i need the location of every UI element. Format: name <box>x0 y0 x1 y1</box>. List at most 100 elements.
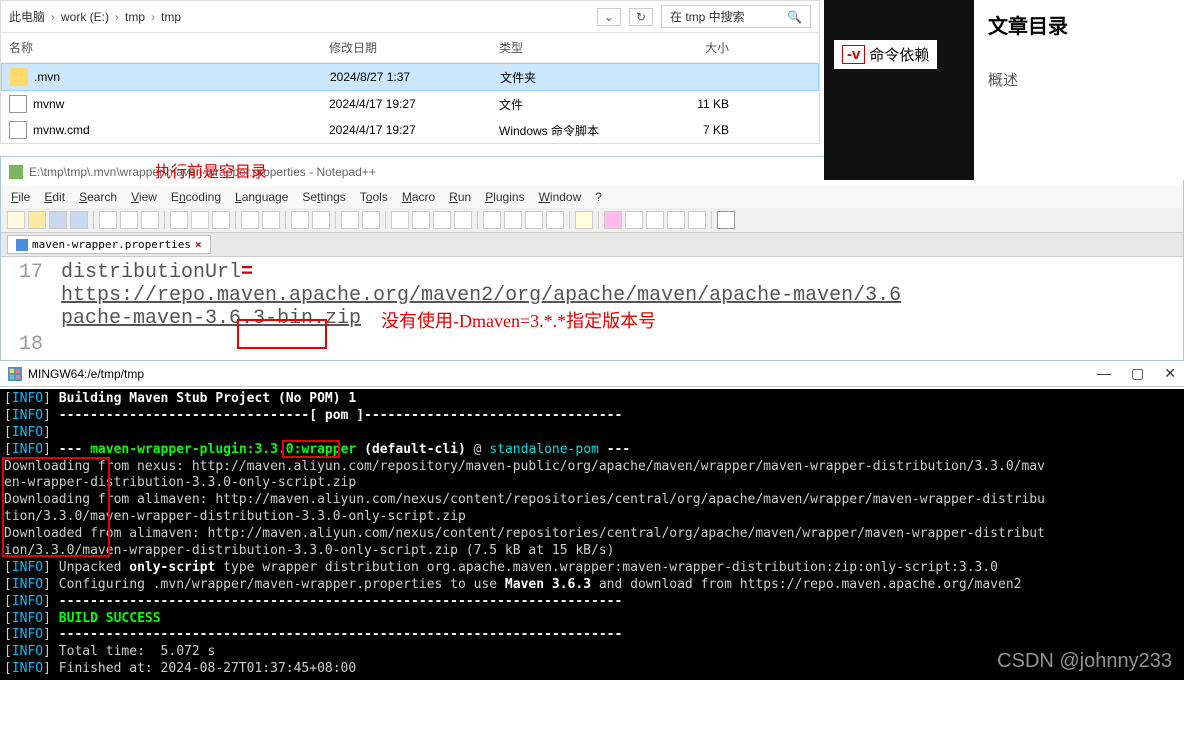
table-row[interactable]: .mvn 2024/8/27 1:37 文件夹 <box>1 63 819 91</box>
monitor-icon[interactable] <box>575 211 593 229</box>
col-size[interactable]: 大小 <box>649 39 729 56</box>
sync-scroll-icon[interactable] <box>391 211 409 229</box>
line-number: 17 <box>11 261 61 284</box>
close-button[interactable]: ✕ <box>1164 365 1176 382</box>
menu-edit[interactable]: Edit <box>44 190 65 204</box>
annotation-box <box>2 457 110 557</box>
maximize-button[interactable]: ▢ <box>1131 365 1144 382</box>
tab-item[interactable]: maven-wrapper.properties × <box>7 235 211 254</box>
file-date: 2024/4/17 19:27 <box>329 97 499 111</box>
folder-icon <box>10 68 28 86</box>
code-editor[interactable]: 17 distributionUrl= https://repo.maven.a… <box>1 257 1183 360</box>
menu-macro[interactable]: Macro <box>402 190 435 204</box>
annotation-text: 执行前是空目录 <box>155 158 267 182</box>
article-sidebar: -v 命令依赖 文章目录 概述 <box>824 0 1184 180</box>
line-number: 18 <box>11 333 61 356</box>
tab-bar[interactable]: maven-wrapper.properties × <box>1 233 1183 257</box>
col-date[interactable]: 修改日期 <box>329 39 499 56</box>
spell-check-icon[interactable] <box>717 211 735 229</box>
close-icon[interactable] <box>120 211 138 229</box>
menu-tools[interactable]: Tools <box>360 190 388 204</box>
bc-item[interactable]: work (E:) <box>61 10 109 24</box>
menu-encoding[interactable]: Encoding <box>171 190 221 204</box>
toc-title: 文章目录 <box>988 10 1170 39</box>
folder-view-icon[interactable] <box>546 211 564 229</box>
bc-item[interactable]: tmp <box>125 10 145 24</box>
annotation-box <box>237 319 327 349</box>
table-row[interactable]: mvnw 2024/4/17 19:27 文件 11 KB <box>1 91 819 117</box>
menu-window[interactable]: Window <box>539 190 582 204</box>
doc-list-icon[interactable] <box>504 211 522 229</box>
find-icon[interactable] <box>291 211 309 229</box>
undo-icon[interactable] <box>241 211 259 229</box>
breadcrumb[interactable]: 此电脑› work (E:)› tmp› tmp ⌄ ↻ 在 tmp 中搜索 🔍 <box>1 1 819 33</box>
new-file-icon[interactable] <box>7 211 25 229</box>
open-file-icon[interactable] <box>28 211 46 229</box>
file-name: mvnw <box>33 97 64 111</box>
save-icon[interactable] <box>49 211 67 229</box>
toc-item[interactable]: 概述 <box>988 69 1170 90</box>
menu-run[interactable]: Run <box>449 190 471 204</box>
bc-item[interactable]: 此电脑 <box>9 8 45 25</box>
replace-icon[interactable] <box>312 211 330 229</box>
minimize-button[interactable]: — <box>1097 365 1111 382</box>
terminal-output[interactable]: [INFO] Building Maven Stub Project (No P… <box>0 389 1184 680</box>
menu-settings[interactable]: Settings <box>302 190 345 204</box>
menu-help[interactable]: ? <box>595 190 602 204</box>
col-type[interactable]: 类型 <box>499 39 649 56</box>
copy-icon[interactable] <box>191 211 209 229</box>
annotation-text: 没有使用-Dmaven=3.*.*指定版本号 <box>381 307 656 333</box>
save-macro-icon[interactable] <box>688 211 706 229</box>
cut-icon[interactable] <box>170 211 188 229</box>
function-list-icon[interactable] <box>525 211 543 229</box>
file-name: .mvn <box>34 70 60 84</box>
play-macro-icon[interactable] <box>646 211 664 229</box>
menu-plugins[interactable]: Plugins <box>485 190 524 204</box>
code-key: distributionUrl <box>61 261 241 284</box>
close-all-icon[interactable] <box>141 211 159 229</box>
terminal-titlebar[interactable]: MINGW64:/e/tmp/tmp — ▢ ✕ <box>0 361 1184 387</box>
file-list-header: 名称 修改日期 类型 大小 <box>1 33 819 63</box>
file-type: Windows 命令脚本 <box>499 122 649 139</box>
search-placeholder: 在 tmp 中搜索 <box>670 8 745 25</box>
col-name[interactable]: 名称 <box>9 39 329 56</box>
paste-icon[interactable] <box>212 211 230 229</box>
record-macro-icon[interactable] <box>604 211 622 229</box>
file-size: 11 KB <box>649 97 729 111</box>
notepad-plus-plus-window: E:\tmp\tmp\.mvn\wrapper\maven-wrapper.pr… <box>0 156 1184 361</box>
menu-file[interactable]: File <box>11 190 30 204</box>
chevron-down-icon[interactable]: ⌄ <box>597 8 621 26</box>
menu-view[interactable]: View <box>131 190 157 204</box>
indent-guide-icon[interactable] <box>454 211 472 229</box>
menu-search[interactable]: Search <box>79 190 117 204</box>
table-row[interactable]: mvnw.cmd 2024/4/17 19:27 Windows 命令脚本 7 … <box>1 117 819 143</box>
toolbar[interactable] <box>1 208 1183 233</box>
sidebar-dark-panel: -v 命令依赖 <box>824 0 974 180</box>
word-wrap-icon[interactable] <box>412 211 430 229</box>
refresh-icon[interactable]: ↻ <box>629 8 653 26</box>
show-all-chars-icon[interactable] <box>433 211 451 229</box>
total-time: Total time: 5.072 s <box>59 644 216 659</box>
doc-map-icon[interactable] <box>483 211 501 229</box>
bc-item[interactable]: tmp <box>161 10 181 24</box>
menu-language[interactable]: Language <box>235 190 288 204</box>
menu-bar[interactable]: File Edit Search View Encoding Language … <box>1 186 1183 208</box>
print-icon[interactable] <box>99 211 117 229</box>
file-date: 2024/8/27 1:37 <box>330 70 500 84</box>
stop-macro-icon[interactable] <box>625 211 643 229</box>
zoom-in-icon[interactable] <box>341 211 359 229</box>
search-input[interactable]: 在 tmp 中搜索 🔍 <box>661 5 811 28</box>
redo-icon[interactable] <box>262 211 280 229</box>
toc-panel: 文章目录 概述 <box>974 0 1184 180</box>
file-date: 2024/4/17 19:27 <box>329 123 499 137</box>
code-url-1: https://repo.maven.apache.org/maven2/org… <box>61 284 901 307</box>
terminal-icon <box>8 367 22 381</box>
code-eq: = <box>241 261 253 284</box>
zoom-out-icon[interactable] <box>362 211 380 229</box>
run-macro-multi-icon[interactable] <box>667 211 685 229</box>
close-tab-icon[interactable]: × <box>195 238 202 251</box>
save-all-icon[interactable] <box>70 211 88 229</box>
version-badge: -v <box>842 45 865 64</box>
terminal-title: MINGW64:/e/tmp/tmp <box>28 367 144 381</box>
separator: --------------------------------[ pom ]-… <box>59 408 623 423</box>
